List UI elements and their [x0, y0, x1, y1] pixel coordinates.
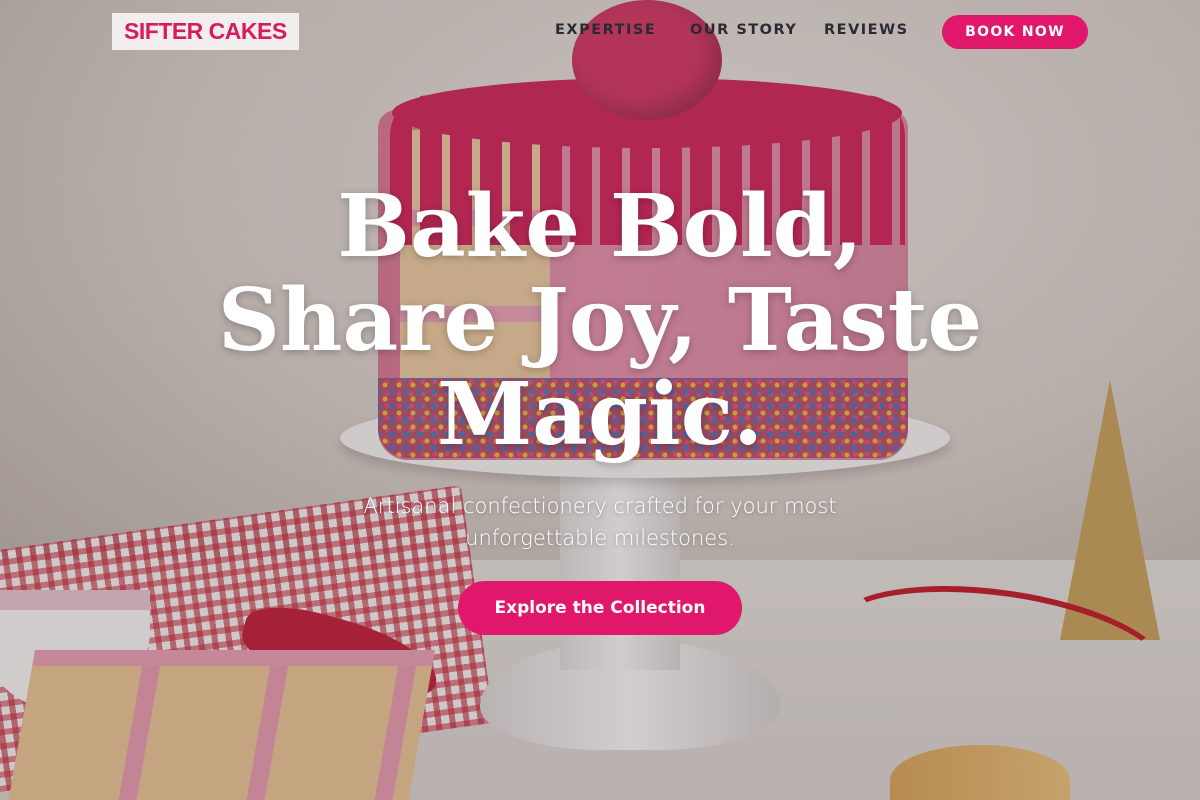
brand-logo[interactable]: SIFTER CAKES	[112, 13, 299, 50]
hero-subtitle: Artisanal confectionery crafted for your…	[363, 494, 837, 550]
nav-link-reviews[interactable]: REVIEWS	[824, 22, 909, 38]
book-now-button[interactable]: BOOK NOW	[942, 15, 1088, 49]
nav-link-our-story[interactable]: OUR STORY	[690, 22, 797, 38]
top-navigation: SIFTER CAKES EXPERTISE OUR STORY REVIEWS…	[0, 0, 1200, 64]
hero-section: SIFTER CAKES EXPERTISE OUR STORY REVIEWS…	[0, 0, 1200, 800]
nav-link-expertise[interactable]: EXPERTISE	[555, 22, 656, 38]
explore-collection-button[interactable]: Explore the Collection	[458, 581, 742, 635]
hero-headline: Bake Bold, Share Joy, Taste Magic.	[217, 176, 983, 465]
